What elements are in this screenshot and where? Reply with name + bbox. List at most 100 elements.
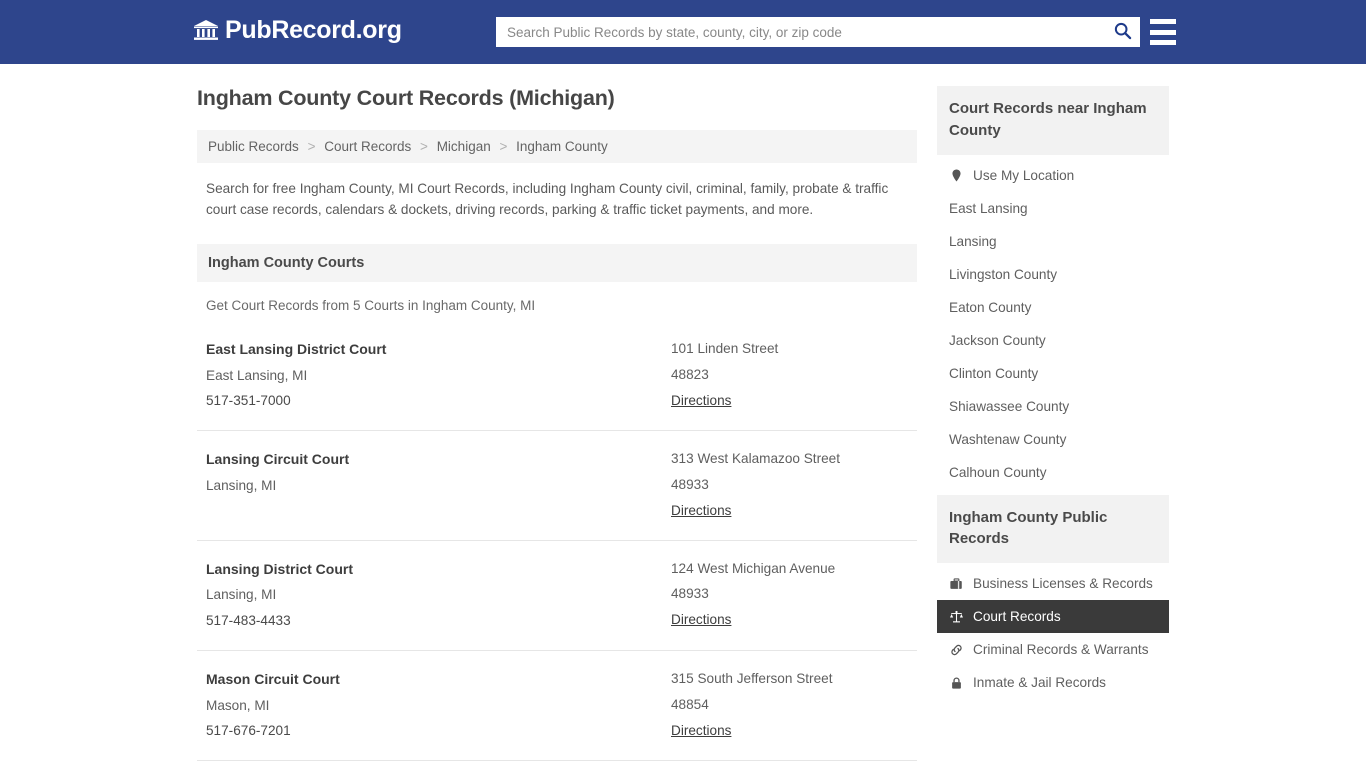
sidebar-nearby-item-label: Shiawassee County — [949, 398, 1070, 414]
sidebar-nearby-item-washtenaw-county[interactable]: Washtenaw County — [937, 423, 1169, 456]
sidebar-records-item-label: Criminal Records & Warrants — [973, 642, 1149, 657]
directions-link[interactable]: Directions — [671, 388, 731, 414]
court-name[interactable]: Lansing District Court — [206, 556, 671, 583]
menu-bar-3 — [1150, 40, 1176, 45]
court-list: East Lansing District Court East Lansing,… — [197, 321, 917, 768]
sidebar-nearby-item-livingston-county[interactable]: Livingston County — [937, 258, 1169, 291]
court-address: 315 South Jefferson Street 48854 Direction… — [671, 666, 908, 744]
sidebar-records-item-business-licenses-records[interactable]: Business Licenses & Records — [937, 567, 1169, 600]
court-city: Lansing, MI — [206, 477, 277, 493]
court-address: 124 West Michigan Avenue 48933 Directions — [671, 556, 908, 634]
sidebar-nearby-item-clinton-county[interactable]: Clinton County — [937, 357, 1169, 390]
sidebar-records-item-criminal-records-warrants[interactable]: Criminal Records & Warrants — [937, 633, 1169, 666]
court-city: East Lansing, MI — [206, 367, 308, 383]
sidebar-nearby-item-label: Lansing — [949, 233, 997, 249]
sidebar-nearby-item-shiawassee-county[interactable]: Shiawassee County — [937, 390, 1169, 423]
court-name[interactable]: East Lansing District Court — [206, 336, 671, 363]
sidebar-records-item-court-records[interactable]: Court Records — [937, 600, 1169, 633]
court-street: 313 West Kalamazoo Street — [671, 451, 841, 467]
site-logo[interactable]: PubRecord.org — [193, 17, 402, 43]
court-zip: 48823 — [671, 366, 709, 382]
court-zip: 48933 — [671, 477, 709, 492]
sidebar-section-records: Ingham County Public Records Business Li… — [937, 494, 1169, 700]
sidebar-section-nearby: Court Records near Ingham County Use My … — [937, 86, 1169, 489]
court-phone[interactable]: 517-676-7201 — [206, 718, 671, 744]
sidebar-nearby-item-lansing[interactable]: Lansing — [937, 225, 1169, 258]
hamburger-menu-icon[interactable] — [1150, 19, 1176, 45]
sidebar-nearby-list: Use My Location East Lansing Lansing Living… — [937, 155, 1169, 489]
page-body: Ingham County Court Records (Michigan) P… — [0, 64, 1366, 768]
breadcrumb-item-court-records[interactable]: Court Records — [324, 139, 411, 154]
sidebar-nearby-item-label: Washtenaw County — [949, 431, 1067, 447]
sidebar-records-item-inmate-jail-records[interactable]: Inmate & Jail Records — [937, 666, 1169, 699]
sidebar-nearby-item-jackson-county[interactable]: Jackson County — [937, 324, 1169, 357]
breadcrumb-separator: > — [307, 138, 316, 154]
intro-description: Search for free Ingham County, MI Court … — [206, 180, 889, 217]
court-city: Mason, MI — [206, 697, 270, 713]
court-phone[interactable]: 517-483-4433 — [206, 608, 671, 634]
directions-link[interactable]: Directions — [671, 498, 731, 524]
directions-link[interactable]: Directions — [671, 607, 731, 633]
sidebar-records-item-label: Court Records — [973, 609, 1061, 624]
court-row: Lansing District Court Lansing, MI 517-483… — [197, 541, 917, 651]
sidebar-heading-nearby: Court Records near Ingham County — [937, 86, 1169, 155]
sidebar-nearby-item-label: East Lansing — [949, 200, 1028, 216]
court-street: 124 West Michigan Avenue — [671, 560, 836, 576]
court-name[interactable]: Lansing Circuit Court — [206, 446, 671, 473]
breadcrumb-item-ingham-county[interactable]: Ingham County — [516, 139, 608, 154]
main-column: Ingham County Court Records (Michigan) P… — [197, 86, 917, 768]
court-info: Lansing District Court Lansing, MI 517-483… — [206, 556, 671, 634]
briefcase-icon — [949, 576, 964, 591]
sidebar-nearby-item-label: Livingston County — [949, 266, 1058, 282]
sidebar-nearby-item-use-my-location[interactable]: Use My Location — [937, 159, 1169, 192]
sidebar-nearby-item-label: Clinton County — [949, 365, 1039, 381]
court-row: East Lansing District Court East Lansing,… — [197, 321, 917, 432]
sidebar-nearby-item-east-lansing[interactable]: East Lansing — [937, 192, 1169, 225]
sidebar-records-item-label: Business Licenses & Records — [973, 576, 1153, 591]
search-input[interactable] — [497, 18, 1105, 46]
breadcrumb-separator: > — [420, 138, 428, 154]
breadcrumb-separator: > — [499, 138, 508, 154]
chain-link-icon — [949, 642, 964, 657]
breadcrumb-item-michigan[interactable]: Michigan — [437, 139, 491, 154]
sidebar-records-item-label: Inmate & Jail Records — [973, 675, 1106, 690]
sidebar-heading-records: Ingham County Public Records — [937, 494, 1169, 563]
search-icon — [1113, 21, 1132, 43]
court-name[interactable]: Mason Circuit Court — [206, 666, 671, 693]
site-header: PubRecord.org — [0, 0, 1366, 64]
court-street: 315 South Jefferson Street — [671, 670, 833, 686]
sidebar-nearby-item-eaton-county[interactable]: Eaton County — [937, 291, 1169, 324]
section-heading-courts: Ingham County Courts — [197, 243, 917, 282]
section-subtitle: Get Court Records from 5 Courts in Ingha… — [206, 297, 536, 313]
court-address: 313 West Kalamazoo Street 48933 Directions — [671, 446, 908, 523]
scales-of-justice-icon — [949, 609, 964, 624]
directions-link[interactable]: Directions — [671, 718, 731, 744]
sidebar-nearby-item-label: Use My Location — [973, 167, 1075, 183]
sidebar-records-list: Business Licenses & Records Court Records… — [937, 563, 1169, 699]
breadcrumb-item-public-records[interactable]: Public Records — [208, 139, 299, 154]
sidebar-nearby-item-label: Eaton County — [949, 299, 1032, 315]
court-zip: 48854 — [671, 696, 709, 712]
map-pin-icon — [949, 168, 964, 183]
page-title: Ingham County Court Records (Michigan) — [197, 86, 615, 110]
site-logo-text: PubRecord.org — [225, 15, 402, 44]
lock-icon — [949, 675, 964, 690]
bank-icon — [193, 17, 219, 43]
sidebar-nearby-item-label: Jackson County — [949, 332, 1046, 348]
sidebar-nearby-item-calhoun-county[interactable]: Calhoun County — [937, 456, 1169, 489]
court-street: 101 Linden Street — [671, 340, 779, 356]
breadcrumb: Public Records > Court Records > Michiga… — [197, 129, 917, 163]
search-button[interactable] — [1105, 18, 1139, 46]
menu-bar-2 — [1150, 29, 1176, 35]
court-address: 101 Linden Street 48823 Directions — [671, 336, 908, 414]
sidebar: Court Records near Ingham County Use My … — [937, 86, 1169, 768]
court-zip: 48933 — [671, 586, 709, 602]
search-bar — [496, 17, 1140, 47]
court-info: Lansing Circuit Court Lansing, MI — [206, 446, 671, 523]
court-info: East Lansing District Court East Lansing,… — [206, 336, 671, 414]
sidebar-nearby-item-label: Calhoun County — [949, 464, 1047, 480]
court-row: Mason Circuit Court Mason, MI 517-676-7201… — [197, 651, 917, 762]
court-row: Mason District CourtMason, MI517-676-840… — [197, 761, 917, 768]
court-city: Lansing, MI — [206, 587, 277, 603]
court-phone[interactable]: 517-351-7000 — [206, 388, 671, 414]
